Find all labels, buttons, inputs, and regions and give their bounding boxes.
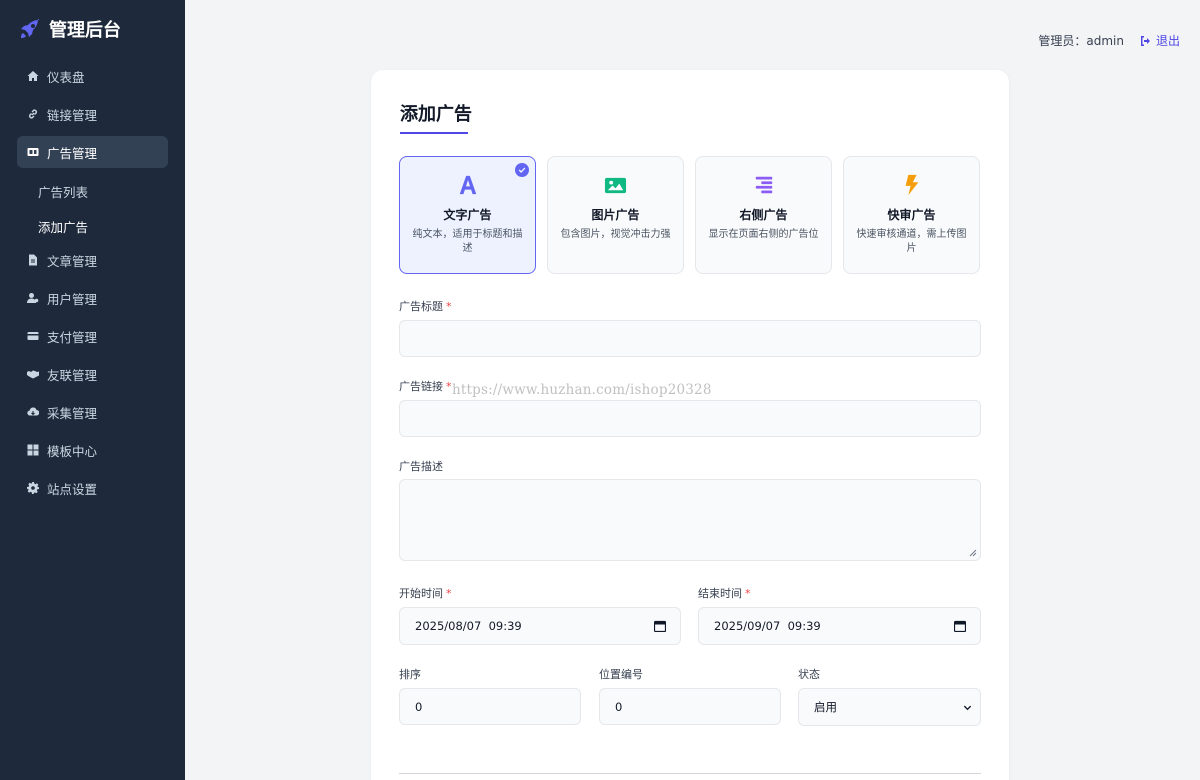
sidebar-item-payments[interactable]: 支付管理 (17, 320, 168, 352)
handshake-icon (26, 368, 39, 381)
sidebar-item-label: 用户管理 (47, 291, 98, 307)
check-icon (515, 163, 529, 177)
calendar-icon[interactable] (654, 620, 666, 632)
start-time-label: 开始时间 * (399, 585, 452, 601)
ad-link-label: 广告链接 * (399, 378, 452, 394)
calendar-icon[interactable] (954, 620, 966, 632)
logout-button[interactable]: 退出 (1140, 32, 1180, 49)
ad-title-label: 广告标题 * (399, 298, 452, 314)
status-select[interactable]: 启用 (798, 688, 981, 726)
sort-input[interactable]: 0 (399, 688, 581, 725)
sidebar-item-label: 模板中心 (47, 443, 98, 459)
required-mark: * (745, 587, 751, 600)
sidebar-item-label: 广告管理 (47, 145, 98, 161)
required-mark: * (446, 380, 452, 393)
sidebar-subitem-label: 添加广告 (38, 220, 89, 235)
link-icon (26, 108, 39, 121)
sidebar-subitem-ad-list[interactable]: 广告列表 (17, 174, 168, 209)
start-time-input[interactable]: 2025/08/07 09:39 (399, 607, 681, 645)
sidebar-item-dashboard[interactable]: 仪表盘 (17, 60, 168, 92)
sidebar-item-links[interactable]: 链接管理 (17, 98, 168, 130)
ad-type-name: 快审广告 (887, 208, 936, 222)
sidebar-item-ads[interactable]: 广告管理 (17, 136, 168, 168)
title-underline (400, 132, 468, 134)
required-mark: * (446, 300, 452, 313)
ad-type-text[interactable]: 文字广告 纯文本，适用于标题和描述 (399, 156, 536, 274)
file-icon (26, 254, 39, 267)
sidebar-item-label: 支付管理 (47, 329, 98, 345)
ad-desc-label: 广告描述 (399, 460, 443, 473)
ad-type-name: 文字广告 (443, 208, 492, 222)
position-label: 位置编号 (599, 668, 643, 681)
image-icon (604, 173, 628, 197)
sidebar-subitem-label: 广告列表 (38, 185, 89, 200)
sidebar-item-label: 链接管理 (47, 107, 98, 123)
sidebar-item-friend-links[interactable]: 友联管理 (17, 358, 168, 390)
logout-label: 退出 (1155, 34, 1180, 48)
status-label: 状态 (798, 668, 820, 681)
position-input[interactable]: 0 (599, 688, 781, 725)
start-time-value: 2025/08/07 09:39 (415, 619, 522, 633)
font-icon (456, 173, 480, 197)
sidebar-item-label: 文章管理 (47, 253, 98, 269)
ad-desc-textarea[interactable] (399, 479, 981, 561)
ad-icon (26, 146, 39, 159)
sidebar-item-label: 站点设置 (47, 481, 98, 497)
start-time-label-text: 开始时间 (399, 587, 443, 600)
brand[interactable]: 管理后台 (0, 0, 185, 58)
end-time-label: 结束时间 * (698, 585, 751, 601)
user-cog-icon (26, 292, 39, 305)
gear-icon (26, 482, 39, 495)
sidebar-subitem-add-ad[interactable]: 添加广告 (17, 209, 168, 244)
grid-icon (26, 444, 39, 457)
sign-out-icon (1140, 35, 1150, 46)
sidebar-item-label: 采集管理 (47, 405, 98, 421)
sidebar-item-users[interactable]: 用户管理 (17, 282, 168, 314)
sidebar-item-collect[interactable]: 采集管理 (17, 396, 168, 428)
top-bar: 管理员：admin 退出 (1038, 32, 1180, 49)
sidebar-nav: 仪表盘 链接管理 广告管理 广告列表 添加广告 文章管理 用户管理 支付管理 友… (0, 60, 185, 504)
admin-label: 管理员：admin (1038, 34, 1124, 48)
ad-type-desc: 显示在页面右侧的广告位 (708, 229, 819, 240)
bolt-icon (900, 173, 924, 197)
ad-type-desc: 包含图片，视觉冲击力强 (560, 229, 671, 240)
home-icon (26, 70, 39, 83)
ad-type-selector: 文字广告 纯文本，适用于标题和描述 图片广告 包含图片，视觉冲击力强 右侧广告 … (399, 156, 991, 274)
sort-label: 排序 (399, 668, 421, 681)
ad-type-name: 右侧广告 (739, 208, 788, 222)
rocket-icon (18, 17, 42, 41)
sidebar-item-settings[interactable]: 站点设置 (17, 472, 168, 504)
watermark: https://www.huzhan.com/ishop20328 (452, 382, 712, 398)
form-divider (399, 773, 981, 774)
resize-handle-icon[interactable] (969, 549, 977, 557)
credit-card-icon (26, 330, 39, 343)
ad-link-label-text: 广告链接 (399, 380, 443, 393)
required-mark: * (446, 587, 452, 600)
ad-link-input[interactable] (399, 400, 981, 437)
sidebar-item-templates[interactable]: 模板中心 (17, 434, 168, 466)
add-ad-card: 添加广告 文字广告 纯文本，适用于标题和描述 图片广告 包含图片，视觉冲击力强 … (371, 70, 1009, 780)
ad-type-fast-review[interactable]: 快审广告 快速审核通道，需上传图片 (843, 156, 980, 274)
brand-title: 管理后台 (49, 20, 121, 41)
ad-type-name: 图片广告 (591, 208, 640, 222)
ad-type-right[interactable]: 右侧广告 显示在页面右侧的广告位 (695, 156, 832, 274)
end-time-label-text: 结束时间 (698, 587, 742, 600)
cloud-download-icon (26, 406, 39, 419)
ad-type-desc: 快速审核通道，需上传图片 (856, 229, 967, 254)
sidebar-item-label: 友联管理 (47, 367, 98, 383)
status-value: 启用 (814, 700, 837, 714)
sidebar-item-label: 仪表盘 (47, 69, 85, 85)
ad-type-image[interactable]: 图片广告 包含图片，视觉冲击力强 (547, 156, 684, 274)
ad-type-desc: 纯文本，适用于标题和描述 (412, 229, 523, 254)
end-time-input[interactable]: 2025/09/07 09:39 (698, 607, 981, 645)
ad-title-label-text: 广告标题 (399, 300, 443, 313)
align-right-icon (752, 173, 776, 197)
ad-title-input[interactable] (399, 320, 981, 357)
chevron-down-icon (963, 705, 972, 711)
end-time-value: 2025/09/07 09:39 (714, 619, 821, 633)
sidebar: 管理后台 仪表盘 链接管理 广告管理 广告列表 添加广告 文章管理 用户管理 支… (0, 0, 185, 780)
page-title: 添加广告 (400, 104, 472, 125)
sidebar-item-articles[interactable]: 文章管理 (17, 244, 168, 276)
